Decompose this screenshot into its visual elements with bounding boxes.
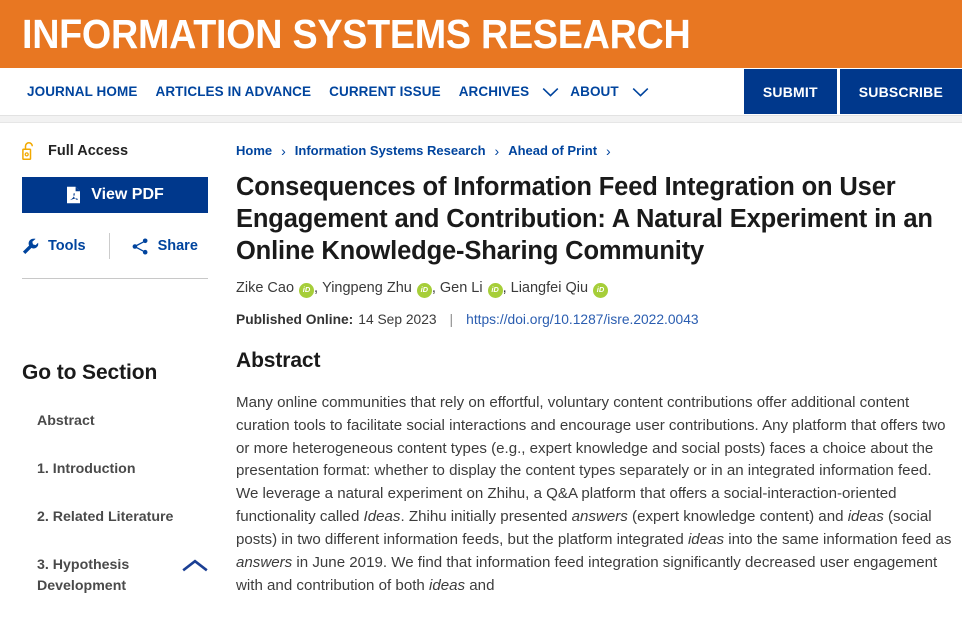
orcid-icon[interactable]: iD bbox=[299, 282, 315, 298]
nav-item-articles-in-advance[interactable]: ARTICLES IN ADVANCE bbox=[146, 84, 320, 99]
go-to-section-heading: Go to Section bbox=[22, 361, 158, 384]
access-status: Full Access bbox=[22, 141, 208, 160]
breadcrumb-item-journal[interactable]: Information Systems Research bbox=[295, 143, 486, 158]
author-entry: Yingpeng Zhu iD, bbox=[322, 280, 440, 298]
breadcrumb-separator-icon: › bbox=[606, 142, 611, 159]
author-separator: , bbox=[431, 280, 436, 297]
chevron-up-icon[interactable] bbox=[182, 558, 208, 573]
breadcrumb-separator-icon: › bbox=[494, 142, 500, 159]
chevron-down-icon-about[interactable] bbox=[632, 87, 649, 97]
orcid-icon[interactable]: iD bbox=[487, 282, 503, 298]
abstract-emphasis: ideas bbox=[687, 531, 725, 549]
abstract-text: . Zhihu initially presented bbox=[400, 508, 572, 526]
view-pdf-button[interactable]: View PDF bbox=[22, 177, 208, 213]
share-label: Share bbox=[157, 238, 198, 254]
author-name: Yingpeng Zhu bbox=[322, 280, 412, 297]
published-online-label: Published Online: bbox=[236, 311, 354, 327]
abstract-heading: Abstract bbox=[236, 348, 321, 372]
abstract-body: Many online communities that rely on eff… bbox=[236, 392, 958, 598]
abstract-emphasis: ideas bbox=[847, 508, 884, 526]
published-date: 14 Sep 2023 bbox=[358, 311, 437, 327]
author-list: Zike Cao iD, Yingpeng Zhu iD, Gen Li iD, Li… bbox=[236, 280, 962, 298]
article-tools-sidebar: Full Access View PDF Tools Share Go to S… bbox=[0, 123, 230, 618]
subscribe-button[interactable]: SUBSCRIBE bbox=[839, 69, 962, 114]
publication-separator: | bbox=[449, 311, 454, 327]
abstract-text: and bbox=[465, 577, 495, 595]
author-entry: Liangfei Qiu iD bbox=[510, 280, 609, 298]
abstract-text: (expert knowledge content) and bbox=[627, 508, 848, 526]
section-label: 3. Hypothesis Development bbox=[37, 557, 130, 594]
pdf-file-icon bbox=[66, 186, 81, 204]
orcid-icon[interactable]: iD bbox=[593, 282, 609, 298]
section-link-introduction[interactable]: 1. Introduction bbox=[22, 459, 208, 479]
primary-navigation: JOURNAL HOME ARTICLES IN ADVANCE CURRENT… bbox=[0, 68, 962, 116]
doi-link[interactable]: https://doi.org/10.1287/isre.2022.0043 bbox=[466, 312, 698, 327]
submit-button[interactable]: SUBMIT bbox=[743, 69, 837, 114]
section-link-related-literature[interactable]: 2. Related Literature bbox=[22, 507, 208, 527]
nav-item-about[interactable]: ABOUT bbox=[561, 84, 628, 99]
journal-title: INFORMATION SYSTEMS RESEARCH bbox=[22, 10, 691, 57]
author-name: Liangfei Qiu bbox=[510, 280, 589, 297]
author-entry: Gen Li iD, bbox=[439, 280, 511, 298]
abstract-text: into the same information feed as bbox=[724, 531, 952, 549]
section-link-abstract[interactable]: Abstract bbox=[22, 411, 208, 431]
publication-line: Published Online: 14 Sep 2023 | https://… bbox=[236, 312, 962, 327]
author-separator: , bbox=[502, 280, 507, 297]
view-pdf-label: View PDF bbox=[91, 186, 164, 203]
share-button[interactable]: Share bbox=[132, 238, 198, 255]
abstract-text: Many online communities that rely on eff… bbox=[236, 393, 946, 526]
article-main-content: Home › Information Systems Research › Ah… bbox=[230, 123, 962, 618]
access-label: Full Access bbox=[48, 142, 129, 159]
tools-label: Tools bbox=[48, 238, 86, 254]
section-label: 1. Introduction bbox=[37, 461, 136, 478]
nav-group-journal-home: JOURNAL HOME bbox=[18, 84, 146, 99]
breadcrumb-separator-icon: › bbox=[281, 142, 286, 159]
abstract-emphasis: answers bbox=[571, 508, 628, 526]
nav-item-journal-home[interactable]: JOURNAL HOME bbox=[18, 84, 146, 99]
chevron-down-icon-archives[interactable] bbox=[542, 87, 559, 97]
orcid-icon[interactable]: iD bbox=[416, 282, 432, 298]
breadcrumb-item-ahead-of-print[interactable]: Ahead of Print bbox=[508, 143, 597, 158]
tools-button[interactable]: Tools bbox=[22, 238, 86, 255]
article-tools-row: Tools Share bbox=[22, 231, 208, 261]
abstract-emphasis: ideas bbox=[429, 577, 466, 595]
journal-masthead: INFORMATION SYSTEMS RESEARCH bbox=[0, 0, 962, 68]
nav-group-articles-in-advance: ARTICLES IN ADVANCE bbox=[146, 84, 320, 99]
tools-divider bbox=[108, 233, 110, 259]
nav-group-current-issue: CURRENT ISSUE bbox=[320, 84, 450, 99]
page-body: Full Access View PDF Tools Share Go to S… bbox=[0, 123, 962, 618]
nav-item-archives[interactable]: ARCHIVES bbox=[450, 84, 539, 99]
abstract-text: in June 2019. We find that information f… bbox=[236, 554, 938, 595]
nav-group-about: ABOUT bbox=[561, 84, 651, 99]
nav-group-archives: ARCHIVES bbox=[450, 84, 562, 99]
author-entry: Zike Cao iD, bbox=[236, 280, 322, 298]
abstract-emphasis: Ideas bbox=[363, 508, 401, 526]
section-link-hypothesis-development[interactable]: 3. Hypothesis Development bbox=[22, 555, 208, 595]
nav-link-list: JOURNAL HOME ARTICLES IN ADVANCE CURRENT… bbox=[0, 68, 744, 115]
author-name: Gen Li bbox=[439, 280, 483, 297]
page-title: Consequences of Information Feed Integra… bbox=[236, 173, 933, 266]
section-label: Abstract bbox=[37, 413, 95, 429]
navbar-underline-strip bbox=[0, 116, 962, 123]
nav-cta-group: SUBMIT SUBSCRIBE bbox=[743, 68, 962, 115]
breadcrumb-item-home[interactable]: Home bbox=[236, 143, 272, 158]
open-lock-icon bbox=[22, 141, 36, 160]
author-separator: , bbox=[314, 280, 319, 297]
sidebar-divider bbox=[22, 278, 208, 279]
section-label: 2. Related Literature bbox=[37, 509, 174, 526]
nav-item-current-issue[interactable]: CURRENT ISSUE bbox=[320, 84, 450, 99]
breadcrumb: Home › Information Systems Research › Ah… bbox=[236, 143, 962, 158]
abstract-emphasis: answers bbox=[236, 554, 293, 572]
go-to-section-list: Abstract 1. Introduction 2. Related Lite… bbox=[22, 411, 208, 596]
wrench-icon bbox=[22, 238, 39, 255]
share-icon bbox=[132, 238, 149, 255]
author-name: Zike Cao bbox=[236, 280, 295, 297]
